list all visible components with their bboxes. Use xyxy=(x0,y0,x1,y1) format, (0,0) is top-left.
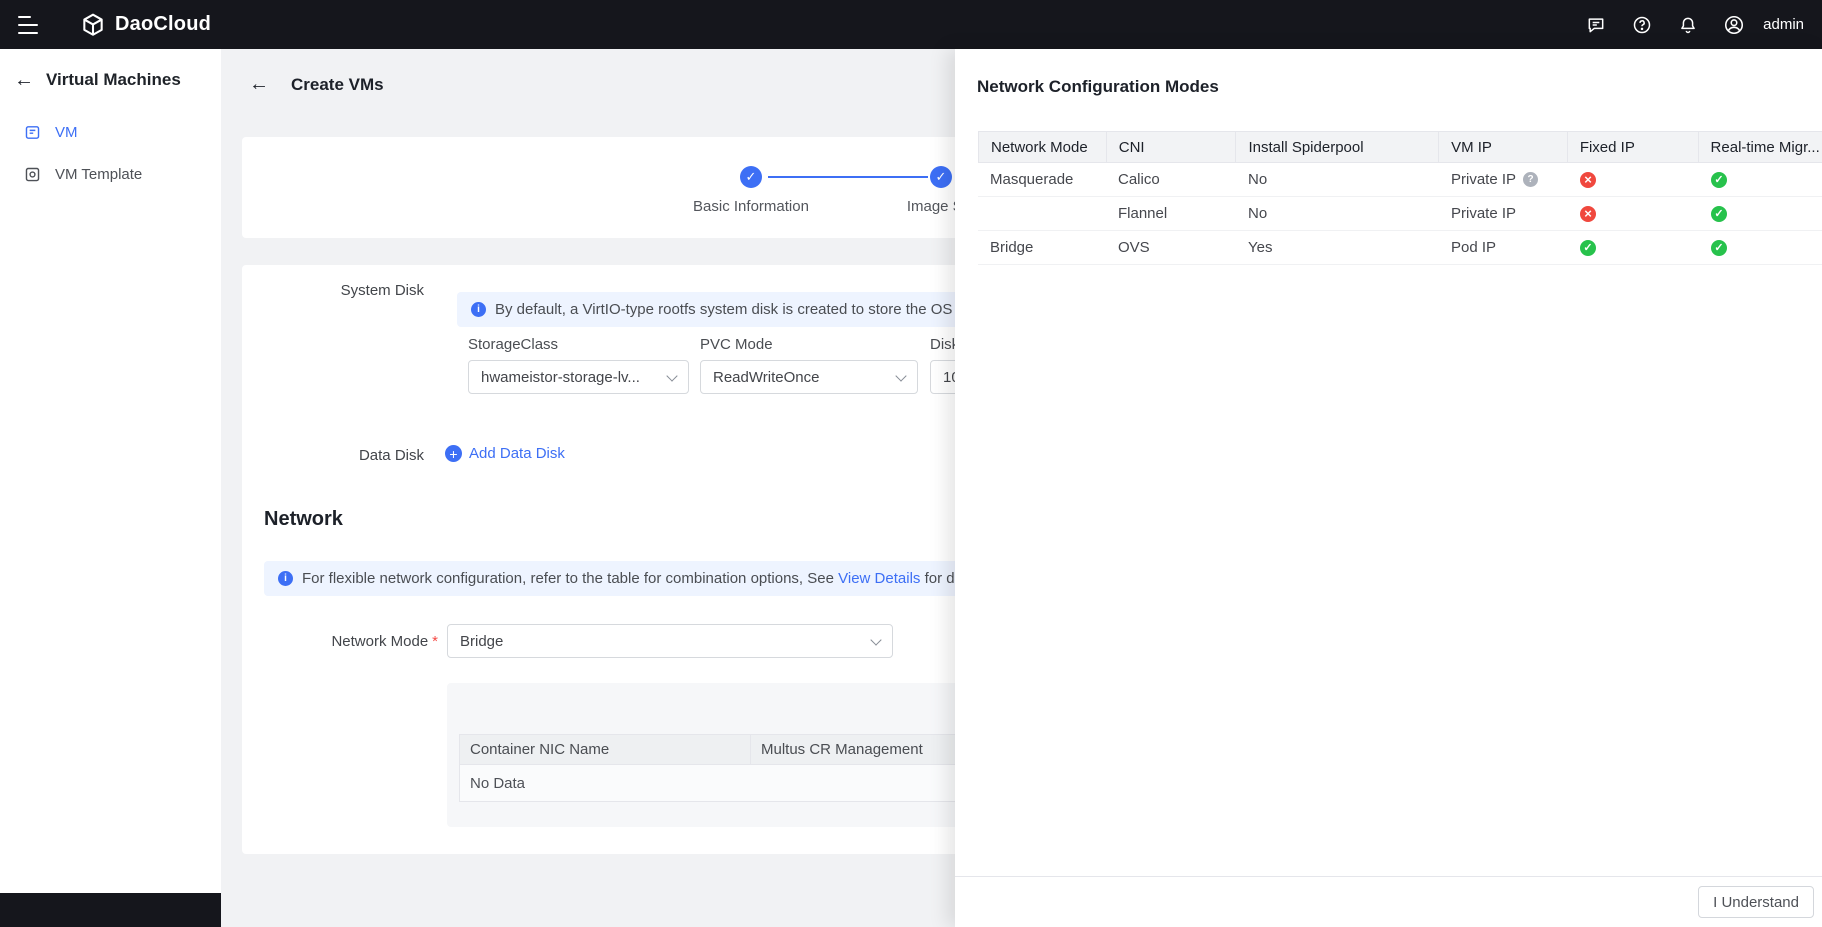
table-row: Flannel No Private IP xyxy=(978,197,1822,231)
col-cni: CNI xyxy=(1107,132,1237,162)
user-avatar-icon[interactable] xyxy=(1723,14,1745,36)
feedback-icon[interactable] xyxy=(1585,14,1607,36)
drawer-footer-divider xyxy=(955,876,1822,877)
sidebar-collapse-bar[interactable] xyxy=(0,893,221,927)
cross-icon xyxy=(1580,206,1596,222)
step-complete-icon: ✓ xyxy=(740,166,762,188)
notifications-bell-icon[interactable] xyxy=(1677,14,1699,36)
hamburger-menu-icon[interactable] xyxy=(18,16,44,34)
step-connector xyxy=(768,176,928,178)
daocloud-logo-icon xyxy=(80,12,106,38)
help-icon[interactable] xyxy=(1631,14,1653,36)
network-alert-text: For flexible network configuration, refe… xyxy=(302,570,955,587)
brand: DaoCloud xyxy=(80,12,211,38)
sidebar-item-vm-template[interactable]: VM Template xyxy=(0,153,221,195)
network-mode-label: Network Mode* xyxy=(288,633,438,650)
i-understand-button[interactable]: I Understand xyxy=(1698,886,1814,918)
system-disk-label: System Disk xyxy=(300,282,424,299)
check-icon xyxy=(1711,240,1727,256)
chevron-down-icon xyxy=(895,370,906,381)
sidebar-item-vm[interactable]: VM xyxy=(0,111,221,153)
sidebar-title: Virtual Machines xyxy=(46,70,181,90)
page-title: Create VMs xyxy=(291,75,384,95)
col-realtime-migration: Real-time Migr... xyxy=(1699,132,1822,162)
check-icon xyxy=(1711,172,1727,188)
view-details-link[interactable]: View Details xyxy=(838,570,920,587)
brand-name: DaoCloud xyxy=(115,13,211,36)
vm-template-icon xyxy=(24,166,41,183)
col-install-spiderpool: Install Spiderpool xyxy=(1236,132,1439,162)
vm-icon xyxy=(24,124,41,141)
nic-col-container-nic-name: Container NIC Name xyxy=(460,735,751,764)
table-row: Masquerade Calico No Private IP? xyxy=(978,163,1822,197)
chevron-down-icon xyxy=(666,370,677,381)
sidebar-back-button[interactable]: ← xyxy=(14,70,34,90)
network-modes-drawer: Network Configuration Modes Network Mode… xyxy=(955,49,1822,927)
pvc-mode-label: PVC Mode xyxy=(700,336,773,353)
sidebar: ← Virtual Machines VM VM Template xyxy=(0,49,221,927)
system-disk-alert-text: By default, a VirtIO-type rootfs system … xyxy=(495,301,965,318)
col-vm-ip: VM IP xyxy=(1439,132,1568,162)
plus-circle-icon: + xyxy=(445,445,462,462)
info-icon: i xyxy=(278,571,293,586)
username[interactable]: admin xyxy=(1763,16,1804,33)
network-mode-select[interactable]: Bridge xyxy=(447,624,893,658)
storageclass-select[interactable]: hwameistor-storage-lv... xyxy=(468,360,689,394)
cross-icon xyxy=(1580,172,1596,188)
table-row: Bridge OVS Yes Pod IP xyxy=(978,231,1822,265)
storageclass-label: StorageClass xyxy=(468,336,558,353)
table-header-row: Network Mode CNI Install Spiderpool VM I… xyxy=(978,131,1822,163)
col-network-mode: Network Mode xyxy=(979,132,1107,162)
step-complete-icon: ✓ xyxy=(930,166,952,188)
step-label-basic-information: Basic Information xyxy=(671,198,831,215)
chevron-down-icon xyxy=(870,634,881,645)
topbar: DaoCloud admin xyxy=(0,0,1822,49)
pvc-mode-select[interactable]: ReadWriteOnce xyxy=(700,360,918,394)
sidebar-item-label: VM Template xyxy=(55,166,142,183)
drawer-title: Network Configuration Modes xyxy=(977,77,1219,97)
data-disk-label: Data Disk xyxy=(300,447,424,464)
add-data-disk-button[interactable]: + Add Data Disk xyxy=(445,445,565,462)
add-data-disk-label: Add Data Disk xyxy=(469,445,565,462)
sidebar-item-label: VM xyxy=(55,124,78,141)
col-fixed-ip: Fixed IP xyxy=(1568,132,1699,162)
help-circle-icon[interactable]: ? xyxy=(1523,172,1538,187)
network-modes-table: Network Mode CNI Install Spiderpool VM I… xyxy=(978,131,1822,265)
network-section-heading: Network xyxy=(264,508,343,531)
required-asterisk: * xyxy=(432,633,438,650)
page-back-button[interactable]: ← xyxy=(249,73,269,96)
check-icon xyxy=(1711,206,1727,222)
info-icon: i xyxy=(471,302,486,317)
check-icon xyxy=(1580,240,1596,256)
